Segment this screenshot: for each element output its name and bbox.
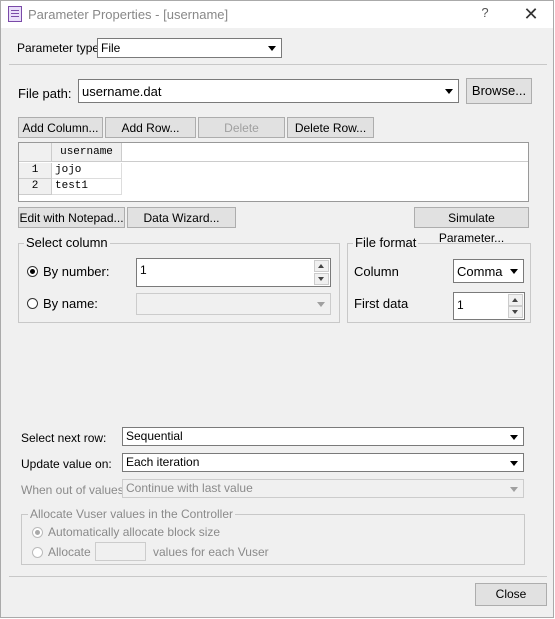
close-icon[interactable]: ✕ [521,3,541,25]
add-row-button[interactable]: Add Row... [105,117,196,138]
when-out-of-values-label: When out of values: [21,483,128,497]
divider [9,64,547,65]
chevron-down-icon [507,481,522,496]
by-name-label: By name: [43,296,98,311]
header-filler [122,143,528,162]
select-column-group: Select column By number: 1 By name: [18,235,340,323]
update-value-on-value: Each iteration [126,455,200,469]
file-path-label: File path: [18,86,72,101]
simulate-parameter-button[interactable]: Simulate Parameter... [414,207,529,245]
spin-down-icon[interactable] [314,273,329,285]
update-value-on-select[interactable]: Each iteration [122,453,524,472]
app-icon [8,6,22,22]
browse-button[interactable]: Browse... [466,78,532,104]
first-data-value: 1 [457,298,464,312]
chevron-down-icon [442,81,457,101]
delimiter-value: Comma [457,264,503,279]
file-format-group: File format Column Comma First data 1 [347,235,531,323]
allocate-group: Allocate Vuser values in the Controller … [21,507,525,565]
first-data-spinner[interactable]: 1 [453,292,525,320]
by-name-radio[interactable] [27,298,38,309]
title-bar: Parameter Properties - [username] ? ✕ [1,1,553,28]
file-path-value: username.dat [82,84,162,99]
column-header-username[interactable]: username [52,143,122,162]
delimiter-select[interactable]: Comma [453,259,524,283]
close-button[interactable]: Close [475,583,547,606]
allocate-count-input[interactable] [95,542,146,561]
when-out-of-values-value: Continue with last value [126,481,253,495]
table-cell[interactable]: jojo [52,163,122,179]
update-value-on-label: Update value on: [21,457,112,471]
parameter-type-select[interactable]: File [97,38,282,58]
spin-down-icon[interactable] [508,306,523,318]
manual-allocate-radio[interactable] [32,547,43,558]
when-out-of-values-select[interactable]: Continue with last value [122,479,524,498]
chevron-down-icon [507,261,522,281]
select-next-row-label: Select next row: [21,431,107,445]
chevron-down-icon [314,295,329,313]
allocate-title: Allocate Vuser values in the Controller [28,507,235,521]
data-table[interactable]: username 1 jojo 2 test1 [18,142,529,202]
auto-allocate-radio[interactable] [32,527,43,538]
first-data-label: First data [354,296,409,311]
select-next-row-value: Sequential [126,429,183,443]
delete-column-button[interactable]: Delete Column... [198,117,285,155]
column-number-spinner[interactable]: 1 [136,258,331,287]
chevron-down-icon [265,40,280,56]
add-column-button[interactable]: Add Column... [18,117,103,138]
select-next-row-select[interactable]: Sequential [122,427,524,446]
spin-up-icon[interactable] [508,294,523,306]
allocate-suffix-label: values for each Vuser [153,545,269,559]
parameter-type-value: File [101,41,121,55]
select-column-title: Select column [24,235,110,250]
by-number-label: By number: [43,264,110,279]
chevron-down-icon [507,455,522,470]
footer-divider [9,576,547,577]
auto-allocate-label: Automatically allocate block size [48,525,221,539]
window-title: Parameter Properties - [username] [28,7,229,22]
column-name-select[interactable] [136,293,331,315]
spin-up-icon[interactable] [314,260,329,272]
table-cell[interactable]: test1 [52,179,122,195]
file-format-title: File format [353,235,419,250]
chevron-down-icon [507,429,522,444]
row-number[interactable]: 1 [19,163,52,179]
manual-allocate-label: Allocate [48,545,91,559]
help-button[interactable]: ? [477,5,493,23]
data-wizard-button[interactable]: Data Wizard... [127,207,236,228]
table-corner [19,143,52,162]
column-number-value: 1 [140,263,147,277]
file-path-combo[interactable]: username.dat [78,79,459,103]
parameter-type-label: Parameter type: [17,41,103,55]
delimiter-label: Column [354,264,399,279]
parameter-properties-window: Parameter Properties - [username] ? ✕ Pa… [0,0,554,618]
row-number[interactable]: 2 [19,179,52,195]
delete-row-button[interactable]: Delete Row... [287,117,374,138]
by-number-radio[interactable] [27,266,38,277]
edit-with-notepad-button[interactable]: Edit with Notepad... [18,207,125,228]
